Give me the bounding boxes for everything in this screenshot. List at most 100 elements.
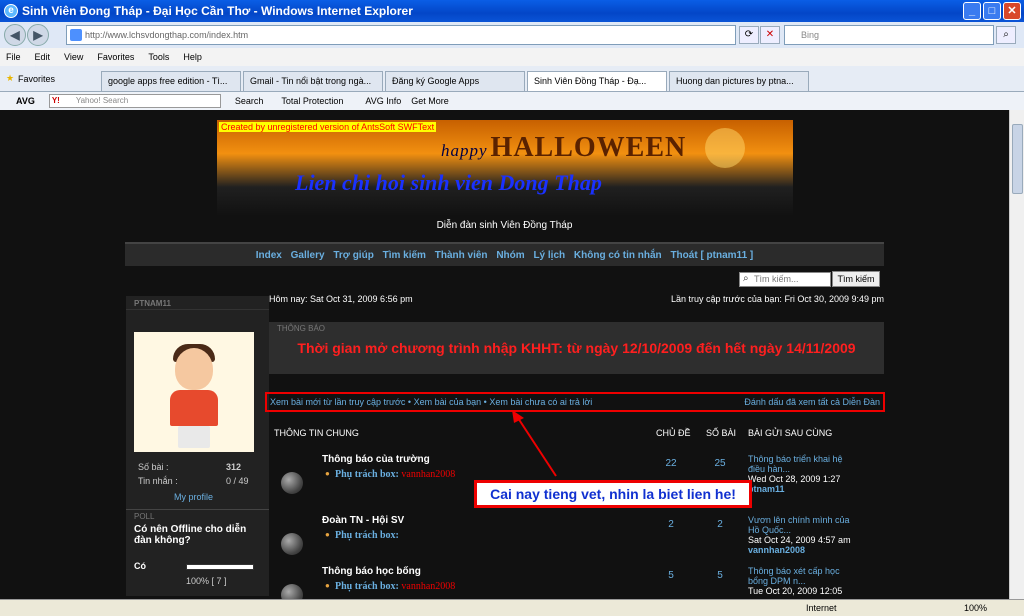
forum-status-icon (281, 533, 303, 555)
separator: • (407, 397, 412, 407)
minimize-button[interactable]: _ (963, 2, 981, 20)
nav-groups[interactable]: Nhóm (496, 250, 524, 261)
menu-view[interactable]: View (64, 52, 83, 62)
poll-question: Có nên Offline cho diễn đàn không? (134, 524, 247, 546)
last-post-title[interactable]: Thông báo triển khai hệ (748, 454, 868, 464)
close-button[interactable]: ✕ (1003, 2, 1021, 20)
new-posts-link[interactable]: Xem bài mới từ lần truy cập trước (270, 397, 405, 407)
topics-count: 5 (668, 570, 674, 581)
poll-bar (186, 564, 254, 570)
forum-moderator: Phụ trách box: vannhan2008 (325, 581, 455, 592)
mod-name[interactable]: vannhan2008 (401, 581, 455, 592)
forum-search-input[interactable]: Tìm kiếm... (739, 272, 831, 287)
menu-favorites[interactable]: Favorites (97, 52, 134, 62)
last-post: Vươn lên chính mình của Hồ Quốc... Sat O… (748, 515, 868, 555)
forum-search-button[interactable]: Tìm kiếm (832, 271, 880, 287)
back-button[interactable]: ◀ (4, 24, 26, 46)
forum-title[interactable]: Thông báo của trường (322, 454, 430, 465)
last-post-title-2[interactable]: bổng DPM n... (748, 576, 868, 586)
last-post: Thông báo triển khai hệ điều hàn... Wed … (748, 454, 868, 494)
last-visit: Lần truy cập trước của bạn: Fri Oct 30, … (670, 294, 884, 304)
topics-count: 22 (665, 458, 677, 469)
nav-messages[interactable]: Không có tin nhắn (574, 250, 662, 261)
search-go-button[interactable]: ⌕ (996, 26, 1016, 44)
forum-name: Diễn đàn sinh Viên Đồng Tháp (436, 220, 573, 231)
forum-status-icon (281, 472, 303, 494)
notice-text: Thời gian mở chương trình nhập KHHT: từ … (297, 340, 856, 356)
forward-button[interactable]: ▶ (27, 24, 49, 46)
posts-count: 2 (717, 519, 723, 530)
refresh-button[interactable]: ⟳ (739, 26, 759, 44)
menu-tools[interactable]: Tools (148, 52, 169, 62)
forum-row[interactable]: Thông báo học bổng Phụ trách box: vannha… (269, 566, 884, 599)
stop-button[interactable]: ✕ (760, 26, 780, 44)
vertical-scrollbar[interactable] (1009, 110, 1024, 599)
last-post-title[interactable]: Thông báo xét cấp học (748, 566, 868, 576)
mark-read-link[interactable]: Đánh dấu đã xem tất cả Diễn Đàn (744, 397, 880, 407)
my-posts-link[interactable]: Xem bài của bạn (414, 397, 482, 407)
avg-info-button[interactable]: AVG Info (365, 96, 401, 106)
nav-logout[interactable]: Thoát [ ptnam11 ] (670, 250, 753, 261)
messages-label: Tin nhắn : (138, 476, 178, 486)
address-field[interactable]: http://www.lchsvdongthap.com/index.htm (66, 25, 736, 45)
header-posts: SỐ BÀI (706, 428, 737, 438)
menu-file[interactable]: File (6, 52, 21, 62)
tab-sinh-vien[interactable]: Sinh Viên Đồng Tháp - Đạ... (527, 71, 668, 91)
messages-count: 0 / 49 (226, 476, 249, 486)
nav-help[interactable]: Trợ giúp (333, 250, 373, 261)
get-more-button[interactable]: Get More (411, 96, 449, 106)
my-profile-link[interactable]: My profile (174, 492, 213, 502)
swf-watermark: Created by unregistered version of AntsS… (219, 122, 437, 132)
halloween-text: HALLOWEEN (490, 132, 687, 163)
last-post-title-2[interactable]: Hồ Quốc... (748, 525, 868, 535)
last-post-title-2[interactable]: điều hàn... (748, 464, 868, 474)
menu-edit[interactable]: Edit (35, 52, 51, 62)
forum-title[interactable]: Đoàn TN - Hội SV (322, 515, 404, 526)
url-text: http://www.lchsvdongthap.com/index.htm (85, 30, 249, 40)
forum-row[interactable]: Đoàn TN - Hội SV Phụ trách box: 2 2 Vươn… (269, 515, 884, 573)
nav-members[interactable]: Thành viên (435, 250, 488, 261)
nav-index[interactable]: Index (256, 250, 282, 261)
header-topics: CHỦ ĐỀ (656, 428, 691, 438)
favorites-button[interactable]: Favorites (4, 73, 61, 91)
poll-label: POLL (126, 509, 269, 523)
last-post-title[interactable]: Vươn lên chính mình của (748, 515, 868, 525)
forum-moderator: Phụ trách box: (325, 530, 399, 541)
mod-label: Phụ trách box: (335, 530, 399, 541)
tab-google-apps[interactable]: google apps free edition - Tì... (101, 71, 242, 91)
nav-search[interactable]: Tìm kiếm (383, 250, 426, 261)
zoom-level[interactable]: 100% (964, 603, 987, 613)
ie-logo-icon: e (4, 4, 18, 18)
mod-label: Phụ trách box: (335, 469, 399, 480)
poll-percent: 100% [ 7 ] (186, 576, 227, 586)
last-post-date: Wed Oct 28, 2009 1:27 (748, 474, 841, 484)
tab-dang-ky[interactable]: Đăng ký Google Apps (385, 71, 526, 91)
unanswered-link[interactable]: Xem bài chưa có ai trả lời (489, 397, 592, 407)
window-title: Sinh Viên Đong Tháp - Đại Học Cần Thơ - … (22, 4, 413, 18)
bing-search-input[interactable]: Bing (784, 25, 994, 45)
avg-logo[interactable]: AVG (16, 96, 35, 106)
menu-help[interactable]: Help (183, 52, 202, 62)
banner-subtitle: Lien chi hoi sinh vien Dong Thap (295, 170, 602, 195)
tab-huong-dan[interactable]: Huong dan pictures by ptna... (669, 71, 810, 91)
nav-profile[interactable]: Lý lịch (533, 250, 565, 261)
separator: • (483, 397, 487, 407)
scroll-thumb[interactable] (1012, 124, 1023, 194)
yahoo-search-input[interactable]: Y! Yahoo! Search (48, 94, 221, 108)
zone-text: Internet (806, 603, 837, 613)
last-post-user[interactable]: ptnam11 (748, 484, 868, 494)
search-button[interactable]: Search (235, 96, 264, 106)
mod-name[interactable]: vannhan2008 (401, 469, 455, 480)
total-protection-button[interactable]: Total Protection (281, 96, 343, 106)
last-post-date: Tue Oct 20, 2009 12:05 (748, 586, 843, 596)
annotation-callout: Cai nay tieng vet, nhin la biet lien he! (474, 480, 752, 508)
forum-title[interactable]: Thông báo học bổng (322, 566, 421, 577)
nav-gallery[interactable]: Gallery (291, 250, 325, 261)
last-post-user[interactable]: vannhan2008 (748, 545, 868, 555)
last-post: Thông báo xét cấp học bổng DPM n... Tue … (748, 566, 868, 596)
maximize-button[interactable]: □ (983, 2, 1001, 20)
avatar (134, 332, 254, 452)
tab-gmail[interactable]: Gmail - Tin nổi bật trong ngà... (243, 71, 384, 91)
notice-label: THÔNG BÁO (277, 324, 326, 333)
forum-nav: Index Gallery Trợ giúp Tìm kiếm Thành vi… (125, 242, 884, 266)
